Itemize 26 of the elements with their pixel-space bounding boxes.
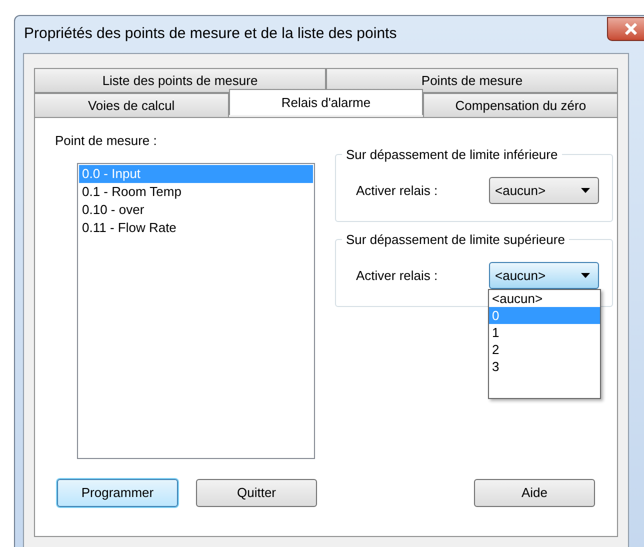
dialog-button[interactable]: Quitter bbox=[196, 478, 317, 506]
tab[interactable]: Compensation du zéro bbox=[423, 93, 618, 118]
dropdown-option[interactable]: 1 bbox=[489, 324, 600, 341]
list-item[interactable]: 0.10 - over bbox=[79, 200, 313, 218]
window-title: Propriétés des points de mesure et de la liste des points bbox=[24, 24, 397, 44]
dialog-button[interactable]: Programmer bbox=[57, 478, 178, 506]
dropdown-option[interactable]: <aucun> bbox=[489, 290, 600, 307]
field-label: Point de mesure : bbox=[55, 132, 158, 150]
dialog-button[interactable]: Aide bbox=[474, 478, 595, 506]
list-item[interactable]: 0.11 - Flow Rate bbox=[79, 218, 313, 236]
field-label: Activer relais : bbox=[356, 266, 439, 285]
tab[interactable]: Points de mesure bbox=[326, 68, 618, 93]
points-list[interactable]: 0.0 - Input 0.1 - Room Temp 0.10 - over 0.11 - Flow Rate bbox=[77, 162, 315, 458]
caret-icon bbox=[581, 273, 590, 278]
relay-dropdown[interactable]: <aucun> bbox=[489, 177, 599, 204]
tab[interactable]: Voies de calcul bbox=[34, 93, 229, 118]
tab[interactable]: Liste des points de mesure bbox=[34, 68, 326, 93]
dropdown-option[interactable]: 2 bbox=[489, 341, 600, 358]
caret-icon bbox=[581, 188, 590, 193]
dropdown-option[interactable]: 3 bbox=[489, 358, 600, 375]
tab[interactable]: Relais d'alarme bbox=[228, 89, 424, 115]
field-label: Activer relais : bbox=[356, 182, 439, 200]
relay-dropdown[interactable]: <aucun> bbox=[489, 262, 599, 289]
list-item[interactable]: 0.1 - Room Temp bbox=[79, 182, 313, 200]
close-icon bbox=[624, 22, 638, 34]
close-button[interactable] bbox=[607, 16, 644, 40]
